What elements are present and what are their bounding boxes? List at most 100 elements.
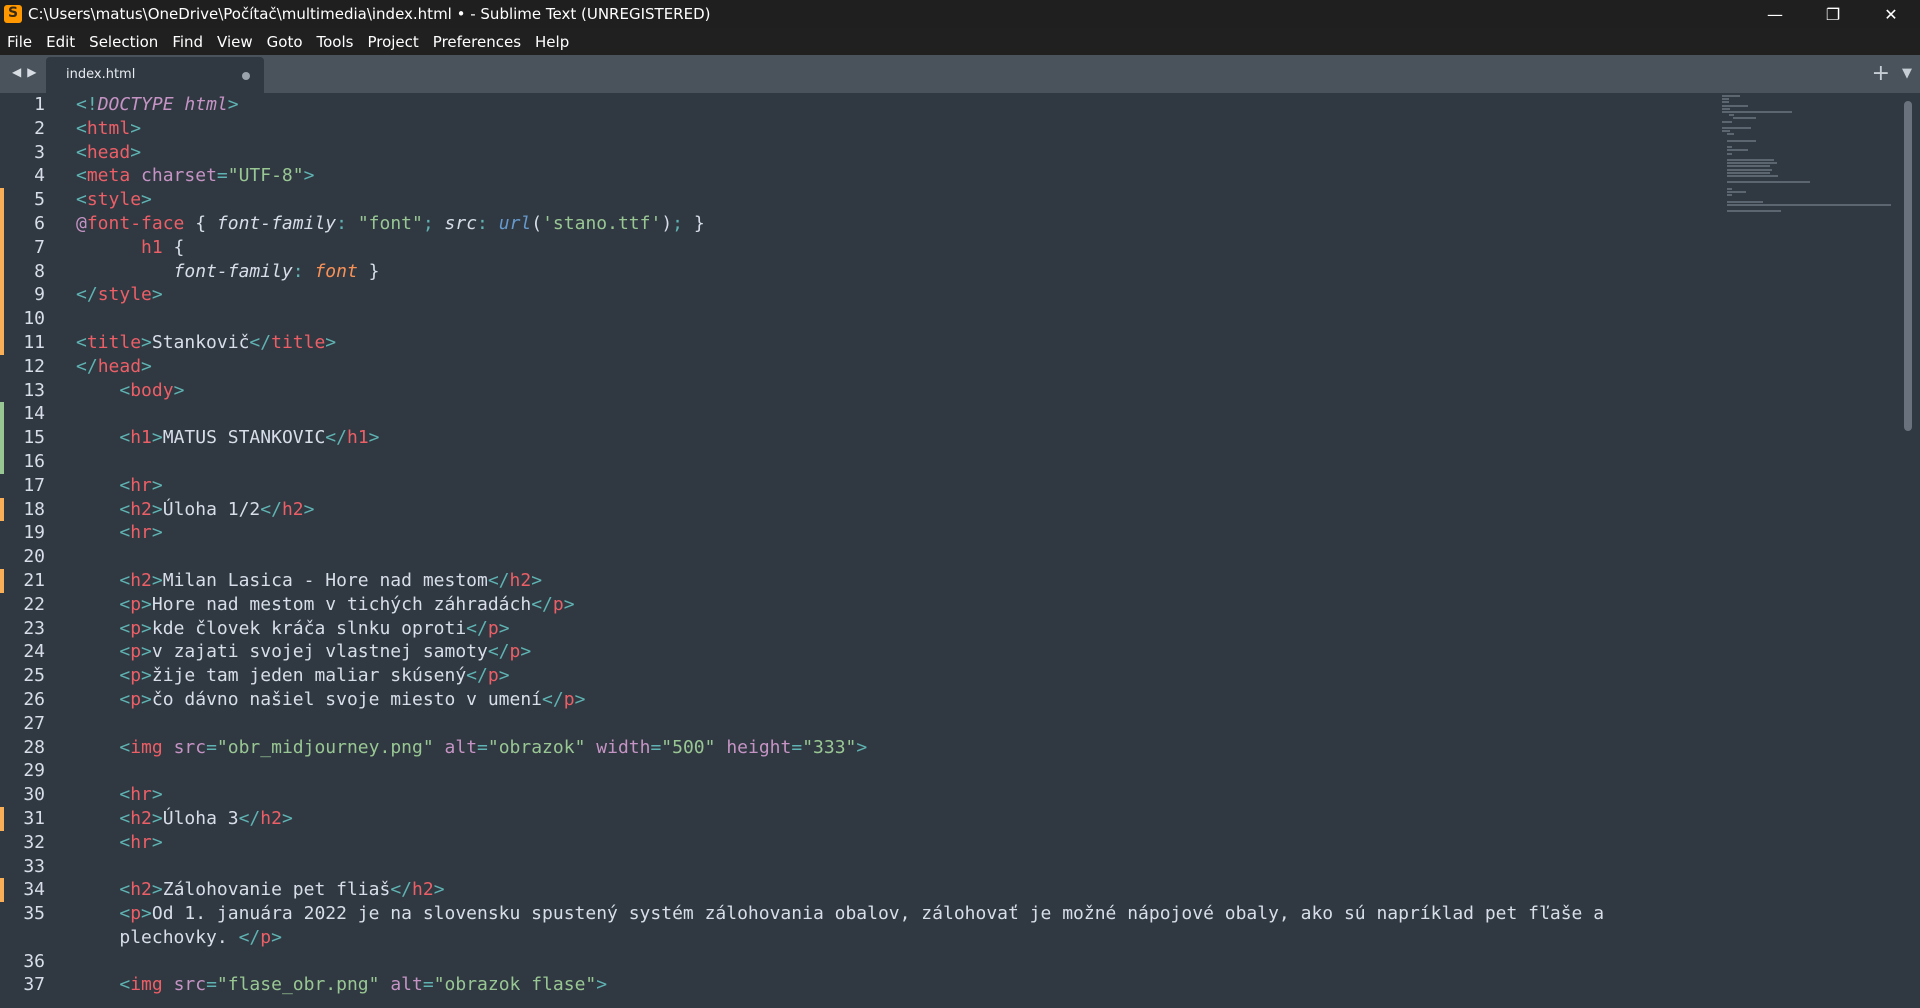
code-line[interactable]: 19 <hr> (0, 521, 1720, 545)
line-text[interactable]: <hr> (76, 783, 1716, 807)
line-number[interactable]: 6 (0, 212, 45, 236)
line-number[interactable]: 12 (0, 355, 45, 379)
code-line[interactable]: 29 (0, 759, 1720, 783)
menu-tools[interactable]: Tools (310, 28, 361, 55)
code-line[interactable]: 18 <h2>Úloha 1/2</h2> (0, 497, 1720, 522)
line-text[interactable]: <meta charset="UTF-8"> (76, 164, 1716, 188)
unsaved-dot-icon[interactable] (242, 72, 250, 80)
code-line[interactable]: 35 <p>Od 1. januára 2022 je na slovensku… (0, 902, 1720, 950)
line-text[interactable]: <p>Hore nad mestom v tichých záhradách</… (76, 593, 1716, 617)
editor-area[interactable]: 1 <!DOCTYPE html> 2 <html> 3 <head> 4 <meta cha… (0, 93, 1920, 1008)
code-line[interactable]: 31 <h2>Úloha 3</h2> (0, 806, 1720, 831)
line-text[interactable]: h1 { (76, 236, 1716, 260)
line-number[interactable]: 3 (0, 141, 45, 165)
line-text[interactable]: <p>Od 1. januára 2022 je na slovensku sp… (76, 902, 1716, 950)
line-text[interactable]: <h1>MATUS STANKOVIC</h1> (76, 426, 1716, 450)
line-text[interactable]: font-family: font } (76, 260, 1716, 284)
close-button[interactable]: ✕ (1862, 0, 1920, 28)
code-line[interactable]: 26 <p>čo dávno našiel svoje miesto v ume… (0, 688, 1720, 712)
line-text[interactable]: @font-face { font-family: "font"; src: u… (76, 212, 1716, 236)
line-number[interactable]: 1 (0, 93, 45, 117)
line-number[interactable]: 2 (0, 117, 45, 141)
line-text[interactable]: <p>čo dávno našiel svoje miesto v umení<… (76, 688, 1716, 712)
code-line[interactable]: 1 <!DOCTYPE html> (0, 93, 1720, 117)
line-number[interactable]: 19 (0, 521, 45, 545)
maximize-button[interactable]: ❐ (1804, 0, 1862, 28)
line-number[interactable]: 21 (0, 569, 45, 593)
line-text[interactable]: <img src="obr_midjourney.png" alt="obraz… (76, 736, 1716, 760)
line-text[interactable]: <h2>Úloha 3</h2> (76, 807, 1716, 831)
line-number[interactable]: 7 (0, 236, 45, 260)
code-line[interactable]: 21 <h2>Milan Lasica - Hore nad mestom</h… (0, 568, 1720, 593)
code-line[interactable]: 28 <img src="obr_midjourney.png" alt="ob… (0, 736, 1720, 760)
line-number[interactable]: 8 (0, 260, 45, 284)
line-text[interactable]: </style> (76, 283, 1716, 307)
menu-project[interactable]: Project (360, 28, 425, 55)
code-line[interactable]: 12 </head> (0, 355, 1720, 379)
code-line[interactable]: 22 <p>Hore nad mestom v tichých záhradác… (0, 593, 1720, 617)
code-line[interactable]: 3 <head> (0, 141, 1720, 165)
line-number[interactable]: 34 (0, 878, 45, 902)
line-text[interactable]: <img src="flase_obr.png" alt="obrazok fl… (76, 973, 1716, 997)
line-number[interactable]: 14 (0, 402, 45, 426)
minimap[interactable] (1722, 95, 1902, 275)
line-number[interactable]: 28 (0, 736, 45, 760)
menu-edit[interactable]: Edit (39, 28, 82, 55)
forward-arrow-icon[interactable]: ▶ (27, 65, 36, 79)
code-line[interactable]: 20 (0, 545, 1720, 569)
code-line[interactable]: 16 (0, 449, 1720, 474)
code-line[interactable]: 8 font-family: font } (0, 259, 1720, 284)
line-number[interactable]: 36 (0, 950, 45, 974)
line-text[interactable]: <hr> (76, 474, 1716, 498)
line-number[interactable]: 32 (0, 831, 45, 855)
code-line[interactable]: 5 <style> (0, 188, 1720, 212)
line-text[interactable]: <head> (76, 141, 1716, 165)
code-line[interactable]: 2 <html> (0, 117, 1720, 141)
line-number[interactable]: 16 (0, 450, 45, 474)
line-number[interactable]: 24 (0, 640, 45, 664)
line-number[interactable]: 18 (0, 498, 45, 522)
menu-file[interactable]: File (0, 28, 39, 55)
scrollbar-thumb[interactable] (1904, 101, 1912, 431)
menu-help[interactable]: Help (528, 28, 576, 55)
code-line[interactable]: 9 </style> (0, 283, 1720, 308)
line-text[interactable]: <style> (76, 188, 1716, 212)
code-line[interactable]: 34 <h2>Zálohovanie pet fliaš</h2> (0, 878, 1720, 903)
line-text[interactable]: <h2>Zálohovanie pet fliaš</h2> (76, 878, 1716, 902)
line-number[interactable]: 10 (0, 307, 45, 331)
line-number[interactable]: 13 (0, 379, 45, 403)
code-line[interactable]: 27 (0, 712, 1720, 736)
code-line[interactable]: 17 <hr> (0, 474, 1720, 498)
tab-index-html[interactable]: index.html (46, 57, 264, 93)
tab-list-chevron-icon[interactable]: ▼ (1902, 66, 1912, 81)
line-text[interactable]: <!DOCTYPE html> (76, 93, 1716, 117)
line-text[interactable]: <p>žije tam jeden maliar skúsený</p> (76, 664, 1716, 688)
menu-preferences[interactable]: Preferences (426, 28, 528, 55)
code-line[interactable]: 15 <h1>MATUS STANKOVIC</h1> (0, 426, 1720, 450)
menu-find[interactable]: Find (165, 28, 210, 55)
line-number[interactable]: 25 (0, 664, 45, 688)
line-number[interactable]: 23 (0, 617, 45, 641)
line-number[interactable]: 11 (0, 331, 45, 355)
line-text[interactable]: <p>kde človek kráča slnku oproti</p> (76, 617, 1716, 641)
code-line[interactable]: 4 <meta charset="UTF-8"> (0, 164, 1720, 188)
line-number[interactable]: 17 (0, 474, 45, 498)
code-line[interactable]: 14 (0, 402, 1720, 427)
code-line[interactable]: 6 @font-face { font-family: "font"; src: … (0, 211, 1720, 236)
code-line[interactable]: 11 <title>Stankovič</title> (0, 330, 1720, 355)
line-text[interactable]: <p>v zajati svojej vlastnej samoty</p> (76, 640, 1716, 664)
minimize-button[interactable]: — (1746, 0, 1804, 28)
line-text[interactable]: <body> (76, 379, 1716, 403)
line-text[interactable]: </head> (76, 355, 1716, 379)
line-text[interactable]: <html> (76, 117, 1716, 141)
line-text[interactable]: <hr> (76, 831, 1716, 855)
code-line[interactable]: 13 <body> (0, 379, 1720, 403)
line-number[interactable]: 30 (0, 783, 45, 807)
menu-view[interactable]: View (210, 28, 260, 55)
code-line[interactable]: 32 <hr> (0, 831, 1720, 855)
line-text[interactable]: <title>Stankovič</title> (76, 331, 1716, 355)
line-number[interactable]: 20 (0, 545, 45, 569)
back-arrow-icon[interactable]: ◀ (12, 65, 21, 79)
new-tab-plus-icon[interactable]: + (1872, 61, 1890, 86)
code-line[interactable]: 7 h1 { (0, 235, 1720, 260)
